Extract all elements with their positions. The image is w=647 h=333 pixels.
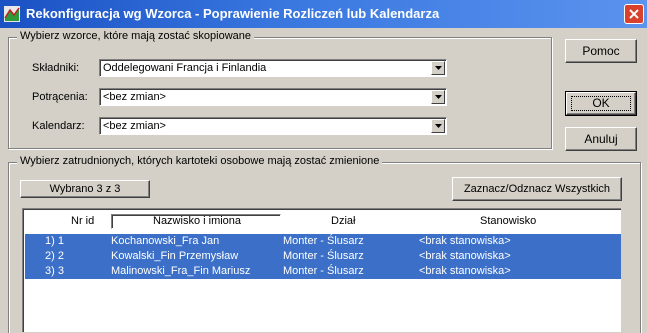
help-button[interactable]: Pomoc xyxy=(565,39,637,63)
deductions-label: Potrącenia: xyxy=(32,91,88,103)
window-title: Rekonfiguracja wg Wzorca - Poprawienie R… xyxy=(26,6,440,21)
cancel-button[interactable]: Anuluj xyxy=(565,127,637,151)
row-position: <brak stanowiska> xyxy=(419,265,511,277)
patterns-group-label: Wybierz wzorce, które mają zostać skopio… xyxy=(17,30,254,42)
list-header: Nr id Nazwisko i imiona Dział Stanowisko xyxy=(25,211,621,233)
calendar-dropdown-button[interactable] xyxy=(431,119,445,133)
toggle-all-button[interactable]: Zaznacz/Odznacz Wszystkich xyxy=(452,177,622,201)
table-row[interactable]: 2) 2 Kowalski_Fin Przemysław Monter - Śl… xyxy=(25,249,621,264)
help-button-label: Pomoc xyxy=(582,44,620,58)
close-button[interactable] xyxy=(624,4,644,24)
employee-list[interactable]: Nr id Nazwisko i imiona Dział Stanowisko… xyxy=(22,208,621,332)
components-dropdown[interactable]: Oddelegowani Francja i Finlandia xyxy=(99,59,447,77)
table-row[interactable]: 1) 1 Kochanowski_Fra Jan Monter - Ślusar… xyxy=(25,234,621,249)
row-department: Monter - Ślusarz xyxy=(283,250,364,262)
components-label: Składniki: xyxy=(32,62,80,74)
components-value: Oddelegowani Francja i Finlandia xyxy=(103,62,267,74)
row-id: 1) 1 xyxy=(45,235,64,247)
row-position: <brak stanowiska> xyxy=(419,235,511,247)
calendar-value: <bez zmian> xyxy=(103,120,166,132)
calendar-dropdown[interactable]: <bez zmian> xyxy=(99,117,447,135)
selected-count-label: Wybrano 3 z 3 xyxy=(49,183,121,195)
row-department: Monter - Ślusarz xyxy=(283,235,364,247)
selected-count-button[interactable]: Wybrano 3 z 3 xyxy=(20,180,150,198)
toggle-all-label: Zaznacz/Odznacz Wszystkich xyxy=(463,183,611,195)
close-icon xyxy=(629,9,639,19)
employees-group-label: Wybierz zatrudnionych, których kartoteki… xyxy=(17,155,383,167)
cancel-button-label: Anuluj xyxy=(584,132,618,146)
column-header-name[interactable]: Nazwisko i imiona xyxy=(153,215,241,227)
row-name: Malinowski_Fra_Fin Mariusz xyxy=(111,265,251,277)
focus-rect xyxy=(571,96,631,111)
deductions-dropdown-button[interactable] xyxy=(431,90,445,104)
deductions-value: <bez zmian> xyxy=(103,91,166,103)
chevron-down-icon xyxy=(435,66,442,70)
row-name: Kochanowski_Fra Jan xyxy=(111,235,220,247)
components-dropdown-button[interactable] xyxy=(431,61,445,75)
row-department: Monter - Ślusarz xyxy=(283,265,364,277)
row-position: <brak stanowiska> xyxy=(419,250,511,262)
row-id: 2) 2 xyxy=(45,250,64,262)
ok-button[interactable]: OK xyxy=(565,91,637,116)
row-id: 3) 3 xyxy=(45,265,64,277)
table-row[interactable]: 3) 3 Malinowski_Fra_Fin Mariusz Monter -… xyxy=(25,264,621,279)
deductions-dropdown[interactable]: <bez zmian> xyxy=(99,88,447,106)
title-bar: Rekonfiguracja wg Wzorca - Poprawienie R… xyxy=(0,0,647,28)
chevron-down-icon xyxy=(435,124,442,128)
calendar-label: Kalendarz: xyxy=(32,120,85,132)
chevron-down-icon xyxy=(435,95,442,99)
row-name: Kowalski_Fin Przemysław xyxy=(111,250,239,262)
column-header-department[interactable]: Dział xyxy=(331,215,355,227)
app-icon xyxy=(4,6,20,22)
column-header-id[interactable]: Nr id xyxy=(71,215,94,227)
column-header-position[interactable]: Stanowisko xyxy=(480,215,536,227)
